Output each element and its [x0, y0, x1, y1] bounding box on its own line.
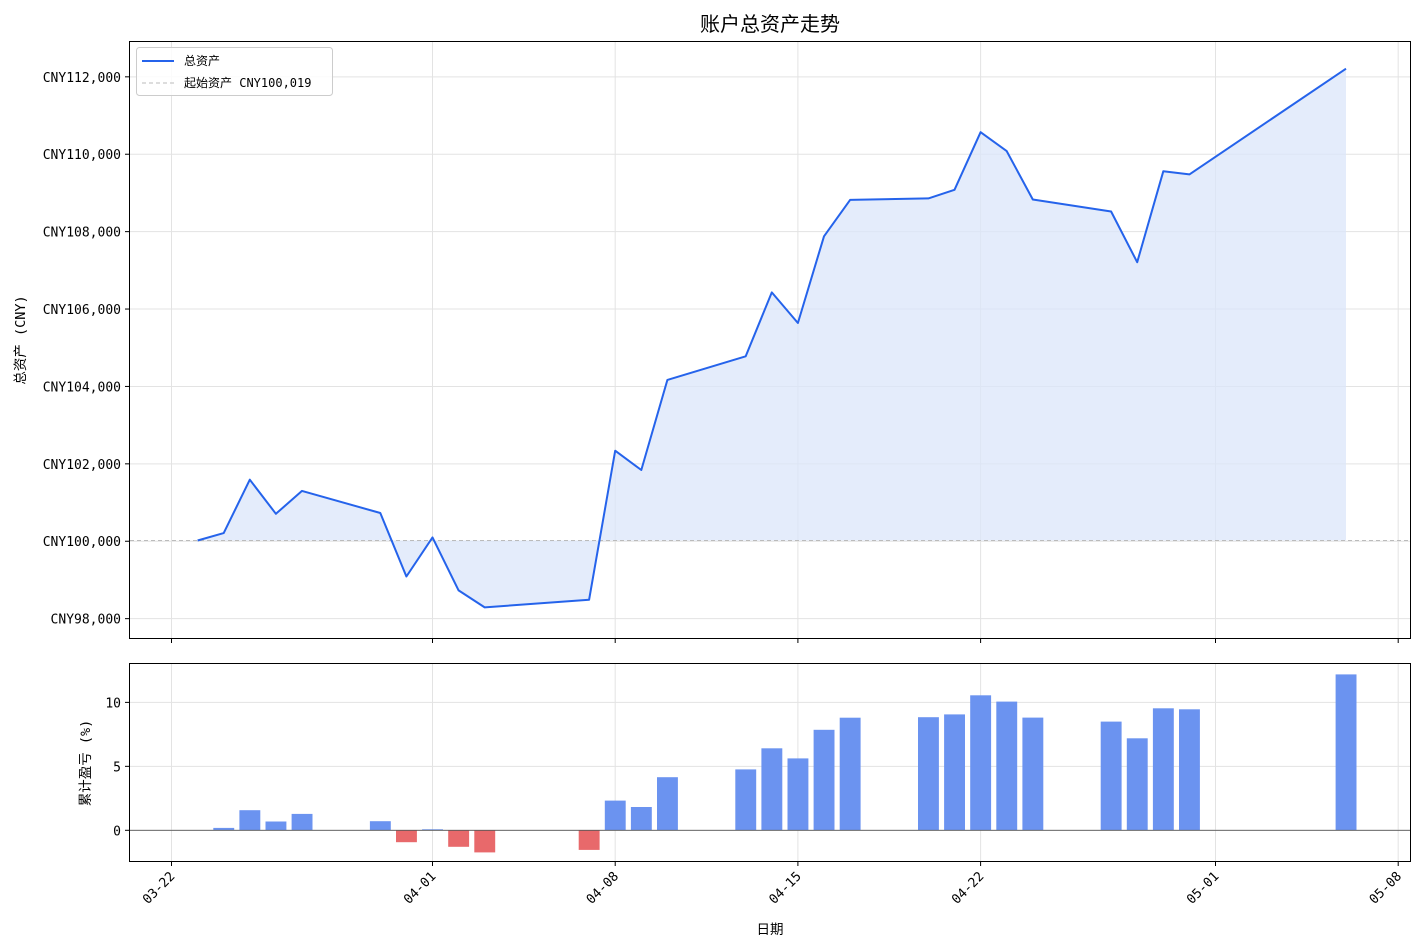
top-y-ticks: CNY98,000 CNY100,000 CNY102,000 CNY104,000 C… [43, 71, 130, 628]
bottom-ytick-label-1: 5 [113, 760, 121, 775]
top-ytick-label-2: CNY102,000 [43, 458, 121, 473]
chart-title: 账户总资产走势 [700, 12, 840, 36]
pnl-bar-2024-04-20 [918, 717, 939, 831]
pnl-bar-2024-04-08 [604, 800, 626, 831]
asset-trend-figure: 账户总资产走势 CNY98,000CNY100,000CNY102,000CNY… [13, 12, 1411, 938]
bottom-ytick-label-2: 10 [105, 696, 121, 711]
cumulative-pnl-panel: 0 5 10 03-22 04-01 04-08 04-15 04-22 05-01 05-08… [78, 663, 1411, 938]
pnl-bar-2024-03-31 [396, 830, 417, 843]
bottom-xtick-label-5: 05-01 [1184, 869, 1222, 907]
top-y-axis-label: 总资产 (CNY) [13, 295, 29, 384]
pnl-bar-2024-04-14 [761, 748, 783, 831]
legend-label-total-assets: 总资产 [184, 54, 220, 68]
pnl-bar-2024-03-25 [239, 810, 261, 831]
pnl-bar-2024-04-07 [578, 830, 600, 850]
bottom-xtick-label-2: 04-08 [584, 869, 622, 907]
pnl-bar-2024-03-30 [369, 821, 391, 831]
pnl-bar-2024-04-16 [813, 729, 835, 831]
top-ytick-label-0: CNY98,000 [51, 613, 121, 628]
bottom-x-axis-label: 日期 [757, 922, 784, 938]
pnl-bar-2024-04-10 [657, 777, 678, 831]
bottom-xtick-label-4: 04-22 [949, 869, 987, 907]
pnl-bar-2024-04-21 [944, 714, 965, 831]
bottom-ytick-label-0: 0 [113, 824, 121, 839]
bottom-xtick-label-6: 05-08 [1367, 869, 1405, 907]
bottom-y-axis-label: 累计盈亏 (%) [78, 720, 94, 807]
pnl-bar-2024-04-03 [474, 830, 496, 853]
pnl-bars [213, 674, 1357, 853]
pnl-bar-2024-04-02 [448, 830, 470, 847]
pnl-bar-2024-03-26 [265, 821, 287, 831]
pnl-bar-2024-04-17 [839, 717, 861, 831]
pnl-bar-2024-04-23 [996, 701, 1018, 831]
top-ytick-label-5: CNY108,000 [43, 226, 121, 241]
top-ytick-label-4: CNY106,000 [43, 303, 121, 318]
bottom-xtick-label-0: 03-22 [140, 869, 178, 907]
bottom-y-ticks: 0 5 10 [105, 696, 130, 839]
top-ytick-label-1: CNY100,000 [43, 535, 121, 550]
top-ytick-label-7: CNY112,000 [43, 71, 121, 86]
top-ytick-label-3: CNY104,000 [43, 380, 121, 395]
legend-label-baseline: 起始资产 CNY100,019 [184, 76, 311, 90]
bottom-xtick-label-1: 04-01 [401, 869, 439, 907]
pnl-bar-2024-04-29 [1152, 708, 1174, 831]
total-assets-panel: CNY98,000 CNY100,000 CNY102,000 CNY104,000 C… [13, 41, 1411, 643]
bottom-xtick-label-3: 04-15 [766, 869, 804, 907]
pnl-bar-2024-04-27 [1100, 721, 1122, 831]
bottom-x-ticks: 03-22 04-01 04-08 04-15 04-22 05-01 05-08 [140, 861, 1405, 908]
pnl-bar-2024-04-28 [1126, 738, 1148, 831]
pnl-bar-2024-05-06 [1335, 674, 1357, 831]
pnl-bar-2024-04-22 [970, 695, 992, 831]
pnl-bar-2024-04-09 [630, 807, 652, 831]
pnl-bar-2024-04-24 [1022, 717, 1044, 831]
pnl-bar-2024-04-13 [735, 769, 757, 831]
pnl-bar-2024-04-15 [787, 758, 809, 831]
pnl-bar-2024-04-30 [1179, 709, 1200, 831]
legend: 总资产 起始资产 CNY100,019 [136, 47, 333, 96]
total-assets-fill-area [197, 68, 1347, 608]
top-ytick-label-6: CNY110,000 [43, 148, 121, 163]
pnl-bar-2024-03-27 [291, 813, 313, 831]
